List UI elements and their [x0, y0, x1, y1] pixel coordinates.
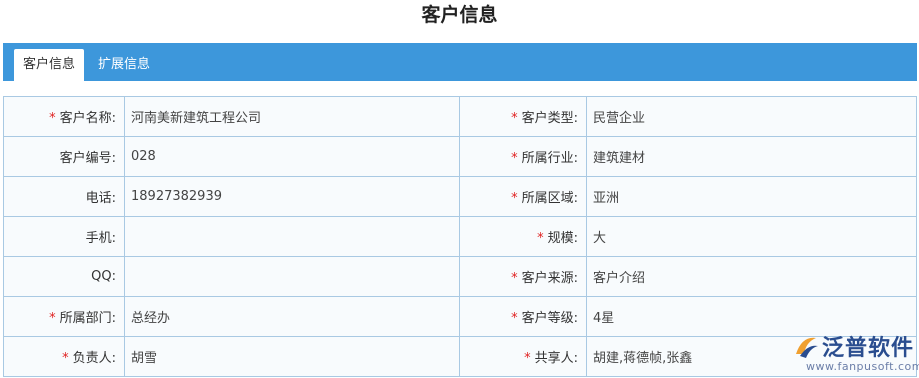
required-mark: *	[511, 311, 518, 326]
brand-name: 泛普软件	[822, 336, 915, 361]
fanpu-logo-icon	[796, 337, 818, 358]
region-value: 亚洲	[586, 176, 917, 217]
scale-label: 规模:	[547, 231, 578, 246]
industry-label: 所属行业:	[521, 151, 578, 166]
required-mark: *	[511, 111, 518, 126]
region-label: 所属区域:	[521, 191, 578, 206]
customer-name-label: 客户名称:	[59, 111, 116, 126]
form-row: * 客户名称: 河南美新建筑工程公司 * 客户类型: 民营企业	[3, 96, 917, 137]
customer-level-label-cell: * 客户等级:	[459, 296, 587, 337]
customer-source-label-cell: * 客户来源:	[459, 256, 587, 297]
customer-name-label-cell: * 客户名称:	[3, 96, 125, 137]
form-row: 电话: 18927382939 * 所属区域: 亚洲	[3, 176, 917, 217]
industry-value: 建筑建材	[586, 136, 917, 177]
owner-value: 胡雪	[124, 336, 460, 377]
required-mark: *	[537, 231, 544, 246]
customer-source-label: 客户来源:	[521, 271, 578, 286]
tab-extended-info[interactable]: 扩展信息	[89, 49, 159, 81]
mobile-label: 手机:	[85, 231, 116, 246]
department-value: 总经办	[124, 296, 460, 337]
form-row: * 所属部门: 总经办 * 客户等级: 4星	[3, 296, 917, 337]
form-row: * 负责人: 胡雪 * 共享人: 胡建,蒋德帧,张鑫	[3, 336, 917, 377]
customer-code-label-cell: 客户编号:	[3, 136, 125, 177]
qq-label: QQ:	[91, 269, 116, 284]
owner-label: 负责人:	[72, 351, 116, 366]
qq-value	[124, 256, 460, 297]
sharers-label-cell: * 共享人:	[459, 336, 587, 377]
required-mark: *	[62, 351, 69, 366]
brand-watermark: 泛普软件 www.fanpusoft.com	[792, 330, 919, 376]
brand-url: www.fanpusoft.com	[806, 360, 919, 373]
tab-bar: 客户信息 扩展信息	[3, 43, 917, 81]
customer-type-value: 民营企业	[586, 96, 917, 137]
sharers-label: 共享人:	[534, 351, 578, 366]
phone-label-cell: 电话:	[3, 176, 125, 217]
customer-code-value: 028	[124, 136, 460, 177]
mobile-value	[124, 216, 460, 257]
industry-label-cell: * 所属行业:	[459, 136, 587, 177]
customer-type-label-cell: * 客户类型:	[459, 96, 587, 137]
customer-type-label: 客户类型:	[521, 111, 578, 126]
mobile-label-cell: 手机:	[3, 216, 125, 257]
customer-info-form: * 客户名称: 河南美新建筑工程公司 * 客户类型: 民营企业 客户编号: 028 * 所属行业:…	[3, 96, 917, 377]
page-title: 客户信息	[421, 4, 498, 26]
form-row: QQ: * 客户来源: 客户介绍	[3, 256, 917, 297]
customer-code-label: 客户编号:	[59, 151, 116, 166]
phone-value: 18927382939	[124, 176, 460, 217]
required-mark: *	[511, 151, 518, 166]
owner-label-cell: * 负责人:	[3, 336, 125, 377]
customer-source-value: 客户介绍	[586, 256, 917, 297]
required-mark: *	[49, 311, 56, 326]
required-mark: *	[49, 111, 56, 126]
form-row: 客户编号: 028 * 所属行业: 建筑建材	[3, 136, 917, 177]
tab-customer-info[interactable]: 客户信息	[14, 49, 85, 81]
required-mark: *	[511, 191, 518, 206]
required-mark: *	[524, 351, 531, 366]
department-label: 所属部门:	[59, 311, 116, 326]
qq-label-cell: QQ:	[3, 256, 125, 297]
customer-level-label: 客户等级:	[521, 311, 578, 326]
region-label-cell: * 所属区域:	[459, 176, 587, 217]
customer-name-value: 河南美新建筑工程公司	[124, 96, 460, 137]
scale-value: 大	[586, 216, 917, 257]
required-mark: *	[511, 271, 518, 286]
scale-label-cell: * 规模:	[459, 216, 587, 257]
department-label-cell: * 所属部门:	[3, 296, 125, 337]
form-row: 手机: * 规模: 大	[3, 216, 917, 257]
phone-label: 电话:	[85, 191, 116, 206]
